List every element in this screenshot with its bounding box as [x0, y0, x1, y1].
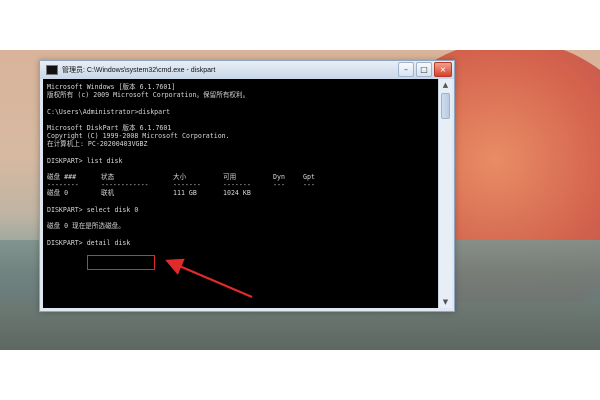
- console-line: 版权所有 (c) 2009 Microsoft Corporation。保留所有…: [47, 91, 250, 100]
- scroll-down-icon[interactable]: ▼: [440, 297, 451, 307]
- status-col-header: 状态: [101, 173, 115, 182]
- cmd-window[interactable]: 管理员: C:\Windows\system32\cmd.exe - diskp…: [39, 60, 455, 312]
- disk-table-row: 磁盘 0 联机 111 GB 1024 KB: [47, 189, 438, 197]
- divider-cell: -------: [223, 181, 251, 190]
- gpt-col-header: Gpt: [303, 173, 315, 182]
- disk-cell: 磁盘 0: [47, 189, 69, 198]
- console-line: Microsoft DiskPart 版本 6.1.7601: [47, 123, 172, 132]
- console-line: C:\Users\Administrator>diskpart: [47, 107, 171, 116]
- console-line: 在计算机上: PC-20200403VGBZ: [47, 140, 148, 149]
- window-controls: – □ ×: [398, 62, 452, 77]
- console-line: Microsoft Windows [版本 6.1.7601]: [47, 83, 176, 91]
- dyn-cell: [273, 189, 293, 197]
- window-titlebar[interactable]: 管理员: C:\Windows\system32\cmd.exe - diskp…: [40, 61, 454, 79]
- disk-table-header: 磁盘 ### 状态 大小 可用 Dyn Gpt: [47, 173, 438, 181]
- vertical-scrollbar[interactable]: ▲ ▼: [438, 79, 452, 308]
- divider-cell: -------: [173, 181, 201, 190]
- free-col-header: 可用: [223, 173, 237, 182]
- cmd-icon: [46, 65, 58, 75]
- dyn-col-header: Dyn: [273, 173, 285, 182]
- console-line: 磁盘 0 现在是所选磁盘。: [47, 222, 125, 231]
- minimize-button[interactable]: –: [398, 62, 414, 77]
- maximize-button[interactable]: □: [416, 62, 432, 77]
- console-output[interactable]: Microsoft Windows [版本 6.1.7601] 版权所有 (c)…: [43, 79, 438, 308]
- close-button[interactable]: ×: [434, 62, 452, 77]
- gpt-cell: [303, 189, 323, 197]
- console-line: DISKPART> list disk: [47, 156, 123, 165]
- divider-cell: ---: [303, 181, 315, 190]
- console-line-current-command: DISKPART> detail disk: [47, 238, 131, 247]
- command-highlight-box: [87, 255, 155, 270]
- window-title: 管理员: C:\Windows\system32\cmd.exe - diskp…: [62, 67, 216, 74]
- status-cell: 联机: [101, 189, 115, 198]
- divider-cell: ---: [273, 181, 285, 190]
- disk-col-header: 磁盘 ###: [47, 173, 77, 182]
- free-cell: 1024 KB: [223, 189, 251, 198]
- size-col-header: 大小: [173, 173, 187, 182]
- scrollbar-thumb[interactable]: [441, 93, 450, 119]
- console-line: DISKPART> select disk 0: [47, 205, 139, 214]
- scroll-up-icon[interactable]: ▲: [440, 80, 451, 90]
- size-cell: 111 GB: [173, 189, 197, 198]
